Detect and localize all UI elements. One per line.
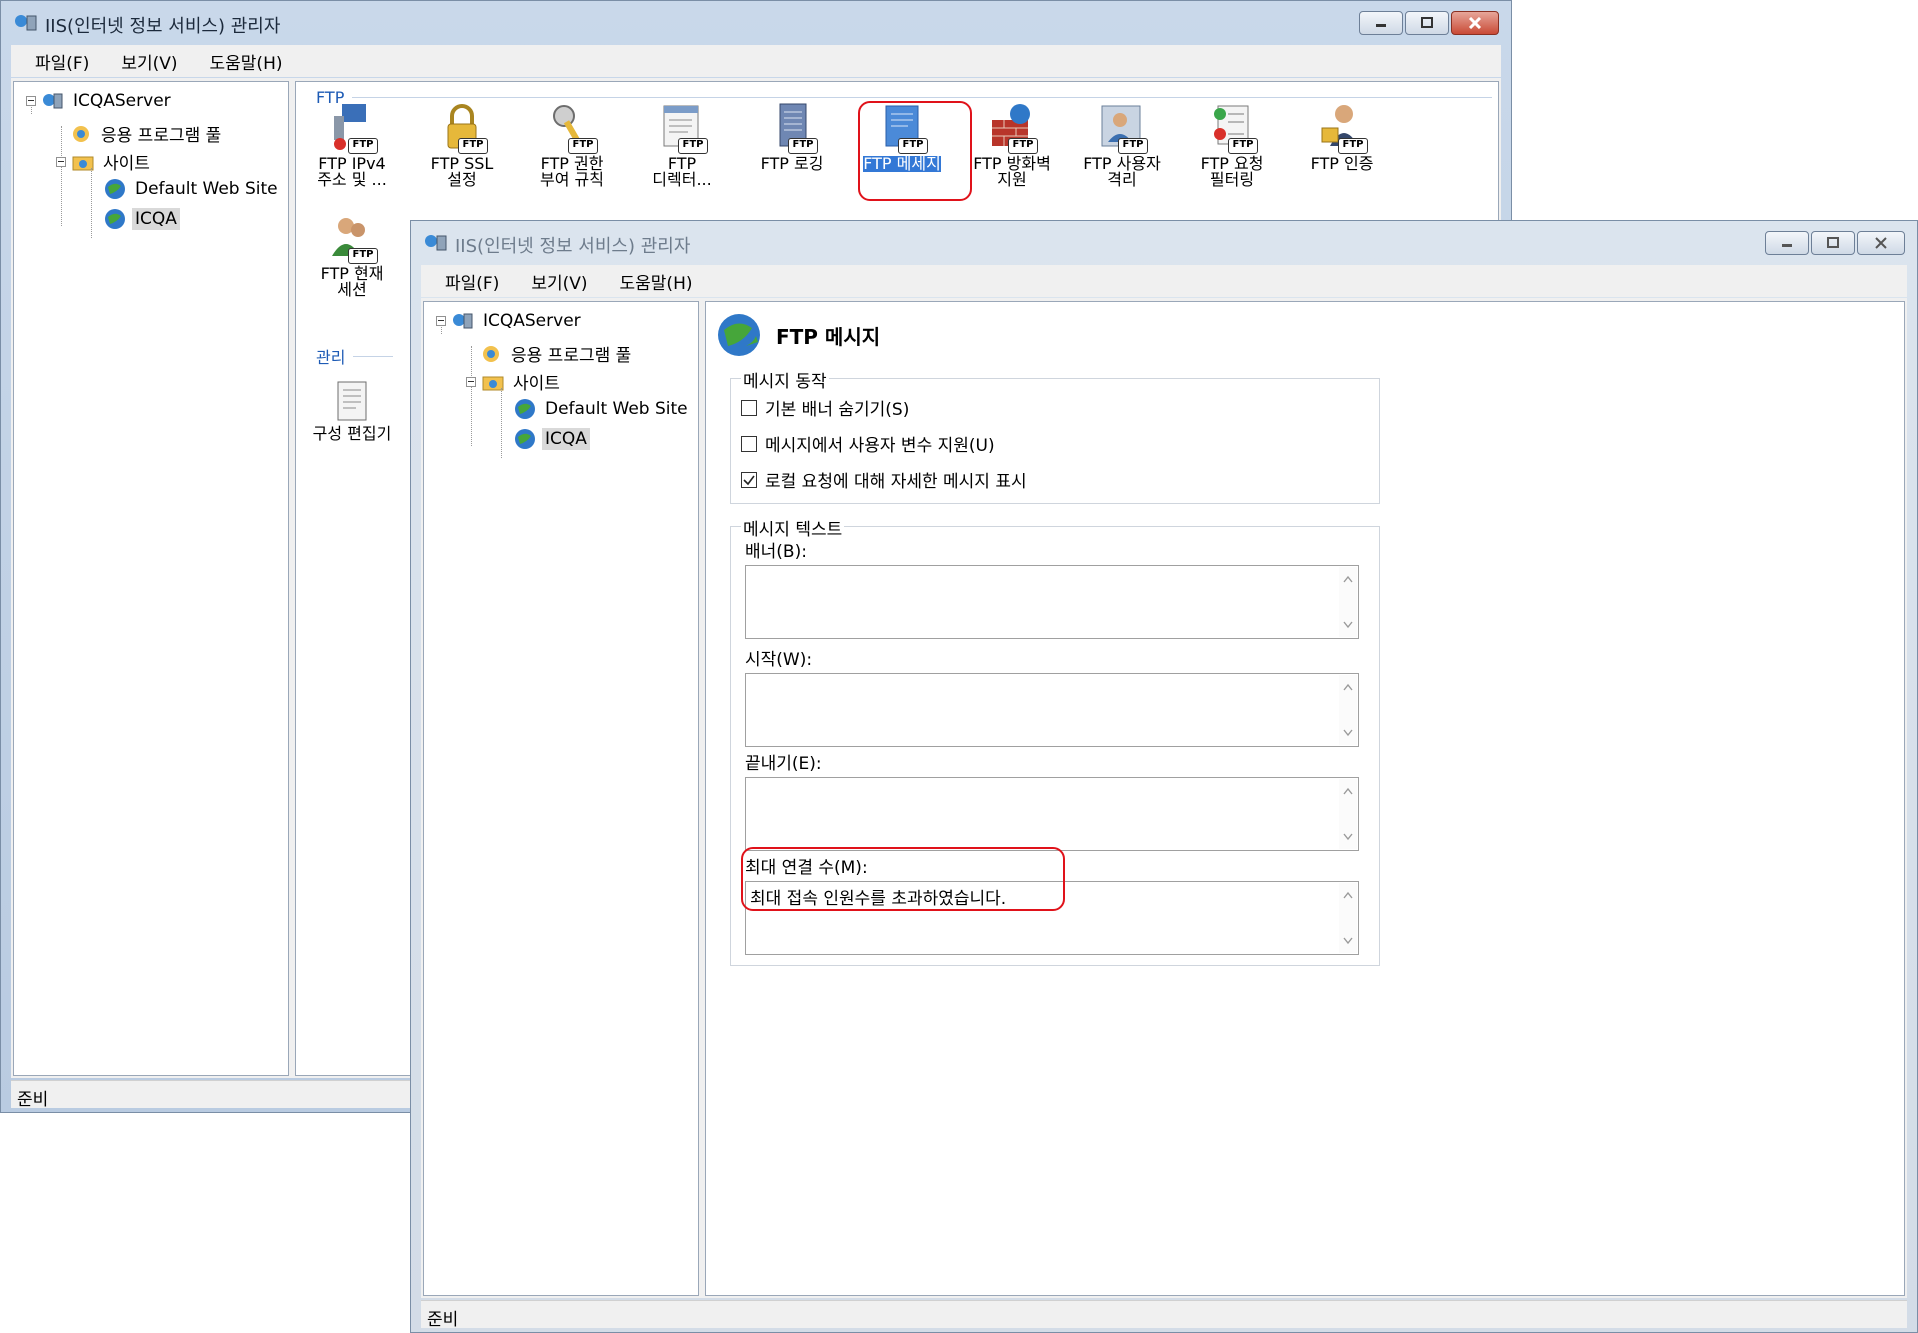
- globe-icon: [105, 179, 125, 199]
- section-manage-header: 관리: [316, 344, 394, 368]
- collapse-icon[interactable]: [466, 376, 476, 387]
- user-variables-checkbox[interactable]: 메시지에서 사용자 변수 지원(U): [741, 431, 995, 456]
- message-behavior-legend: 메시지 동작: [741, 367, 829, 392]
- textarea-scrollbar[interactable]: [1339, 779, 1357, 849]
- front-titlebar[interactable]: IIS(인터넷 정보 서비스) 관리자: [411, 221, 1917, 263]
- feature-ftp-user-isolation[interactable]: FTP FTP 사용자 격리: [1074, 102, 1170, 188]
- globe-icon: [515, 399, 535, 419]
- welcome-label: 시작(W):: [745, 650, 813, 670]
- tree-icqa[interactable]: ICQA: [104, 208, 180, 230]
- tree-sites[interactable]: 사이트: [56, 148, 153, 175]
- scroll-down-icon[interactable]: [1343, 621, 1353, 629]
- close-button[interactable]: [1451, 11, 1499, 35]
- maximize-button[interactable]: [1405, 11, 1449, 35]
- menu-file[interactable]: 파일(F): [35, 49, 89, 74]
- minimize-button[interactable]: [1359, 11, 1403, 35]
- back-window-title: IIS(인터넷 정보 서비스) 관리자: [45, 16, 281, 37]
- checkbox-box[interactable]: [741, 471, 757, 488]
- server-icon: [43, 93, 63, 109]
- tree-server[interactable]: ICQAServer: [436, 310, 584, 332]
- scroll-up-icon[interactable]: [1343, 575, 1353, 583]
- menu-file[interactable]: 파일(F): [445, 269, 499, 294]
- app-pool-icon: [483, 345, 499, 362]
- page-header: FTP 메시지: [716, 312, 880, 358]
- scroll-up-icon[interactable]: [1343, 891, 1353, 899]
- welcome-textarea[interactable]: [745, 673, 1359, 747]
- iis-app-icon: [15, 15, 37, 31]
- tree-server[interactable]: ICQAServer: [26, 90, 174, 112]
- checkmark-icon: [743, 475, 755, 485]
- feature-ftp-authentication[interactable]: FTP FTP 인증: [1294, 102, 1390, 172]
- feature-ftp-logging[interactable]: FTP FTP 로깅: [744, 102, 840, 172]
- close-button[interactable]: [1857, 231, 1905, 255]
- feature-ftp-request-filtering[interactable]: FTP FTP 요청 필터링: [1184, 102, 1280, 188]
- front-menubar: 파일(F) 보기(V) 도움말(H): [421, 265, 1907, 297]
- ftp-messages-page: FTP 메시지 메시지 동작 기본 배너 숨기기(S) 메시지에서 사용자 변수…: [705, 301, 1905, 1296]
- feature-ftp-ssl[interactable]: FTP FTP SSL 설정: [414, 102, 510, 188]
- tree-default-site[interactable]: Default Web Site: [104, 178, 281, 200]
- tree-app-pool[interactable]: 응용 프로그램 풀: [480, 340, 634, 367]
- collapse-icon[interactable]: [436, 316, 446, 326]
- front-window-title: IIS(인터넷 정보 서비스) 관리자: [455, 236, 691, 257]
- back-menubar: 파일(F) 보기(V) 도움말(H): [11, 45, 1501, 77]
- checkbox-box[interactable]: [741, 435, 757, 452]
- scroll-down-icon[interactable]: [1343, 729, 1353, 737]
- tree-icqa[interactable]: ICQA: [514, 428, 590, 450]
- config-editor-icon: [337, 381, 367, 421]
- feature-ftp-directory[interactable]: FTP FTP 디렉터...: [634, 102, 730, 188]
- menu-view[interactable]: 보기(V): [531, 269, 587, 294]
- checkbox-box[interactable]: [741, 399, 757, 416]
- detailed-messages-checkbox[interactable]: 로컬 요청에 대해 자세한 메시지 표시: [741, 467, 1027, 492]
- feature-ftp-ipv4[interactable]: FTP FTP IPv4 주소 및 ...: [304, 102, 400, 188]
- exit-label: 끝내기(E):: [745, 754, 822, 774]
- exit-textarea[interactable]: [745, 777, 1359, 851]
- tree-default-site[interactable]: Default Web Site: [514, 398, 691, 420]
- app-pool-icon: [73, 125, 89, 142]
- scroll-up-icon[interactable]: [1343, 683, 1353, 691]
- tree-sites[interactable]: 사이트: [466, 368, 563, 395]
- textarea-scrollbar[interactable]: [1339, 883, 1357, 953]
- feature-ftp-authorization[interactable]: FTP FTP 권한 부여 규칙: [524, 102, 620, 188]
- ftp-messages-highlight: [858, 101, 972, 201]
- server-icon: [453, 313, 473, 329]
- scroll-down-icon[interactable]: [1343, 937, 1353, 945]
- back-tree-pane: ICQAServer 응용 프로그램 풀 사이트 Default Web Sit…: [13, 81, 289, 1076]
- textarea-scrollbar[interactable]: [1339, 675, 1357, 745]
- collapse-icon[interactable]: [56, 156, 66, 167]
- textarea-scrollbar[interactable]: [1339, 567, 1357, 637]
- globe-icon: [105, 209, 125, 229]
- menu-help[interactable]: 도움말(H): [620, 269, 693, 294]
- menu-view[interactable]: 보기(V): [121, 49, 177, 74]
- page-title: FTP 메시지: [776, 324, 881, 349]
- feature-config-editor[interactable]: 구성 편집기: [304, 380, 400, 442]
- globe-icon: [515, 429, 535, 449]
- front-tree-pane: ICQAServer 응용 프로그램 풀 사이트 Default Web Sit…: [423, 301, 699, 1296]
- feature-ftp-firewall[interactable]: FTP FTP 방화벽 지원: [964, 102, 1060, 188]
- max-connections-highlight: [741, 847, 1065, 911]
- back-titlebar[interactable]: IIS(인터넷 정보 서비스) 관리자: [1, 1, 1511, 43]
- feature-ftp-current-sessions[interactable]: FTP FTP 현재 세션: [304, 212, 400, 298]
- collapse-icon[interactable]: [26, 96, 36, 106]
- front-window: IIS(인터넷 정보 서비스) 관리자 파일(F) 보기(V) 도움말(H) I…: [410, 220, 1918, 1333]
- hide-banner-checkbox[interactable]: 기본 배너 숨기기(S): [741, 395, 909, 420]
- scroll-down-icon[interactable]: [1343, 833, 1353, 841]
- minimize-button[interactable]: [1765, 231, 1809, 255]
- tree-app-pool[interactable]: 응용 프로그램 풀: [70, 120, 224, 147]
- globe-icon: [718, 314, 760, 356]
- message-behavior-group: 메시지 동작 기본 배너 숨기기(S) 메시지에서 사용자 변수 지원(U) 로…: [730, 367, 1380, 504]
- banner-label: 배너(B):: [745, 542, 807, 562]
- banner-textarea[interactable]: [745, 565, 1359, 639]
- maximize-button[interactable]: [1811, 231, 1855, 255]
- message-text-group: 메시지 텍스트 배너(B): 시작(W): 끝내기(E): 최대 연결 수(M)…: [730, 515, 1380, 966]
- menu-help[interactable]: 도움말(H): [210, 49, 283, 74]
- front-statusbar: 준비: [421, 1300, 1907, 1330]
- scroll-up-icon[interactable]: [1343, 787, 1353, 795]
- iis-app-icon: [425, 235, 447, 251]
